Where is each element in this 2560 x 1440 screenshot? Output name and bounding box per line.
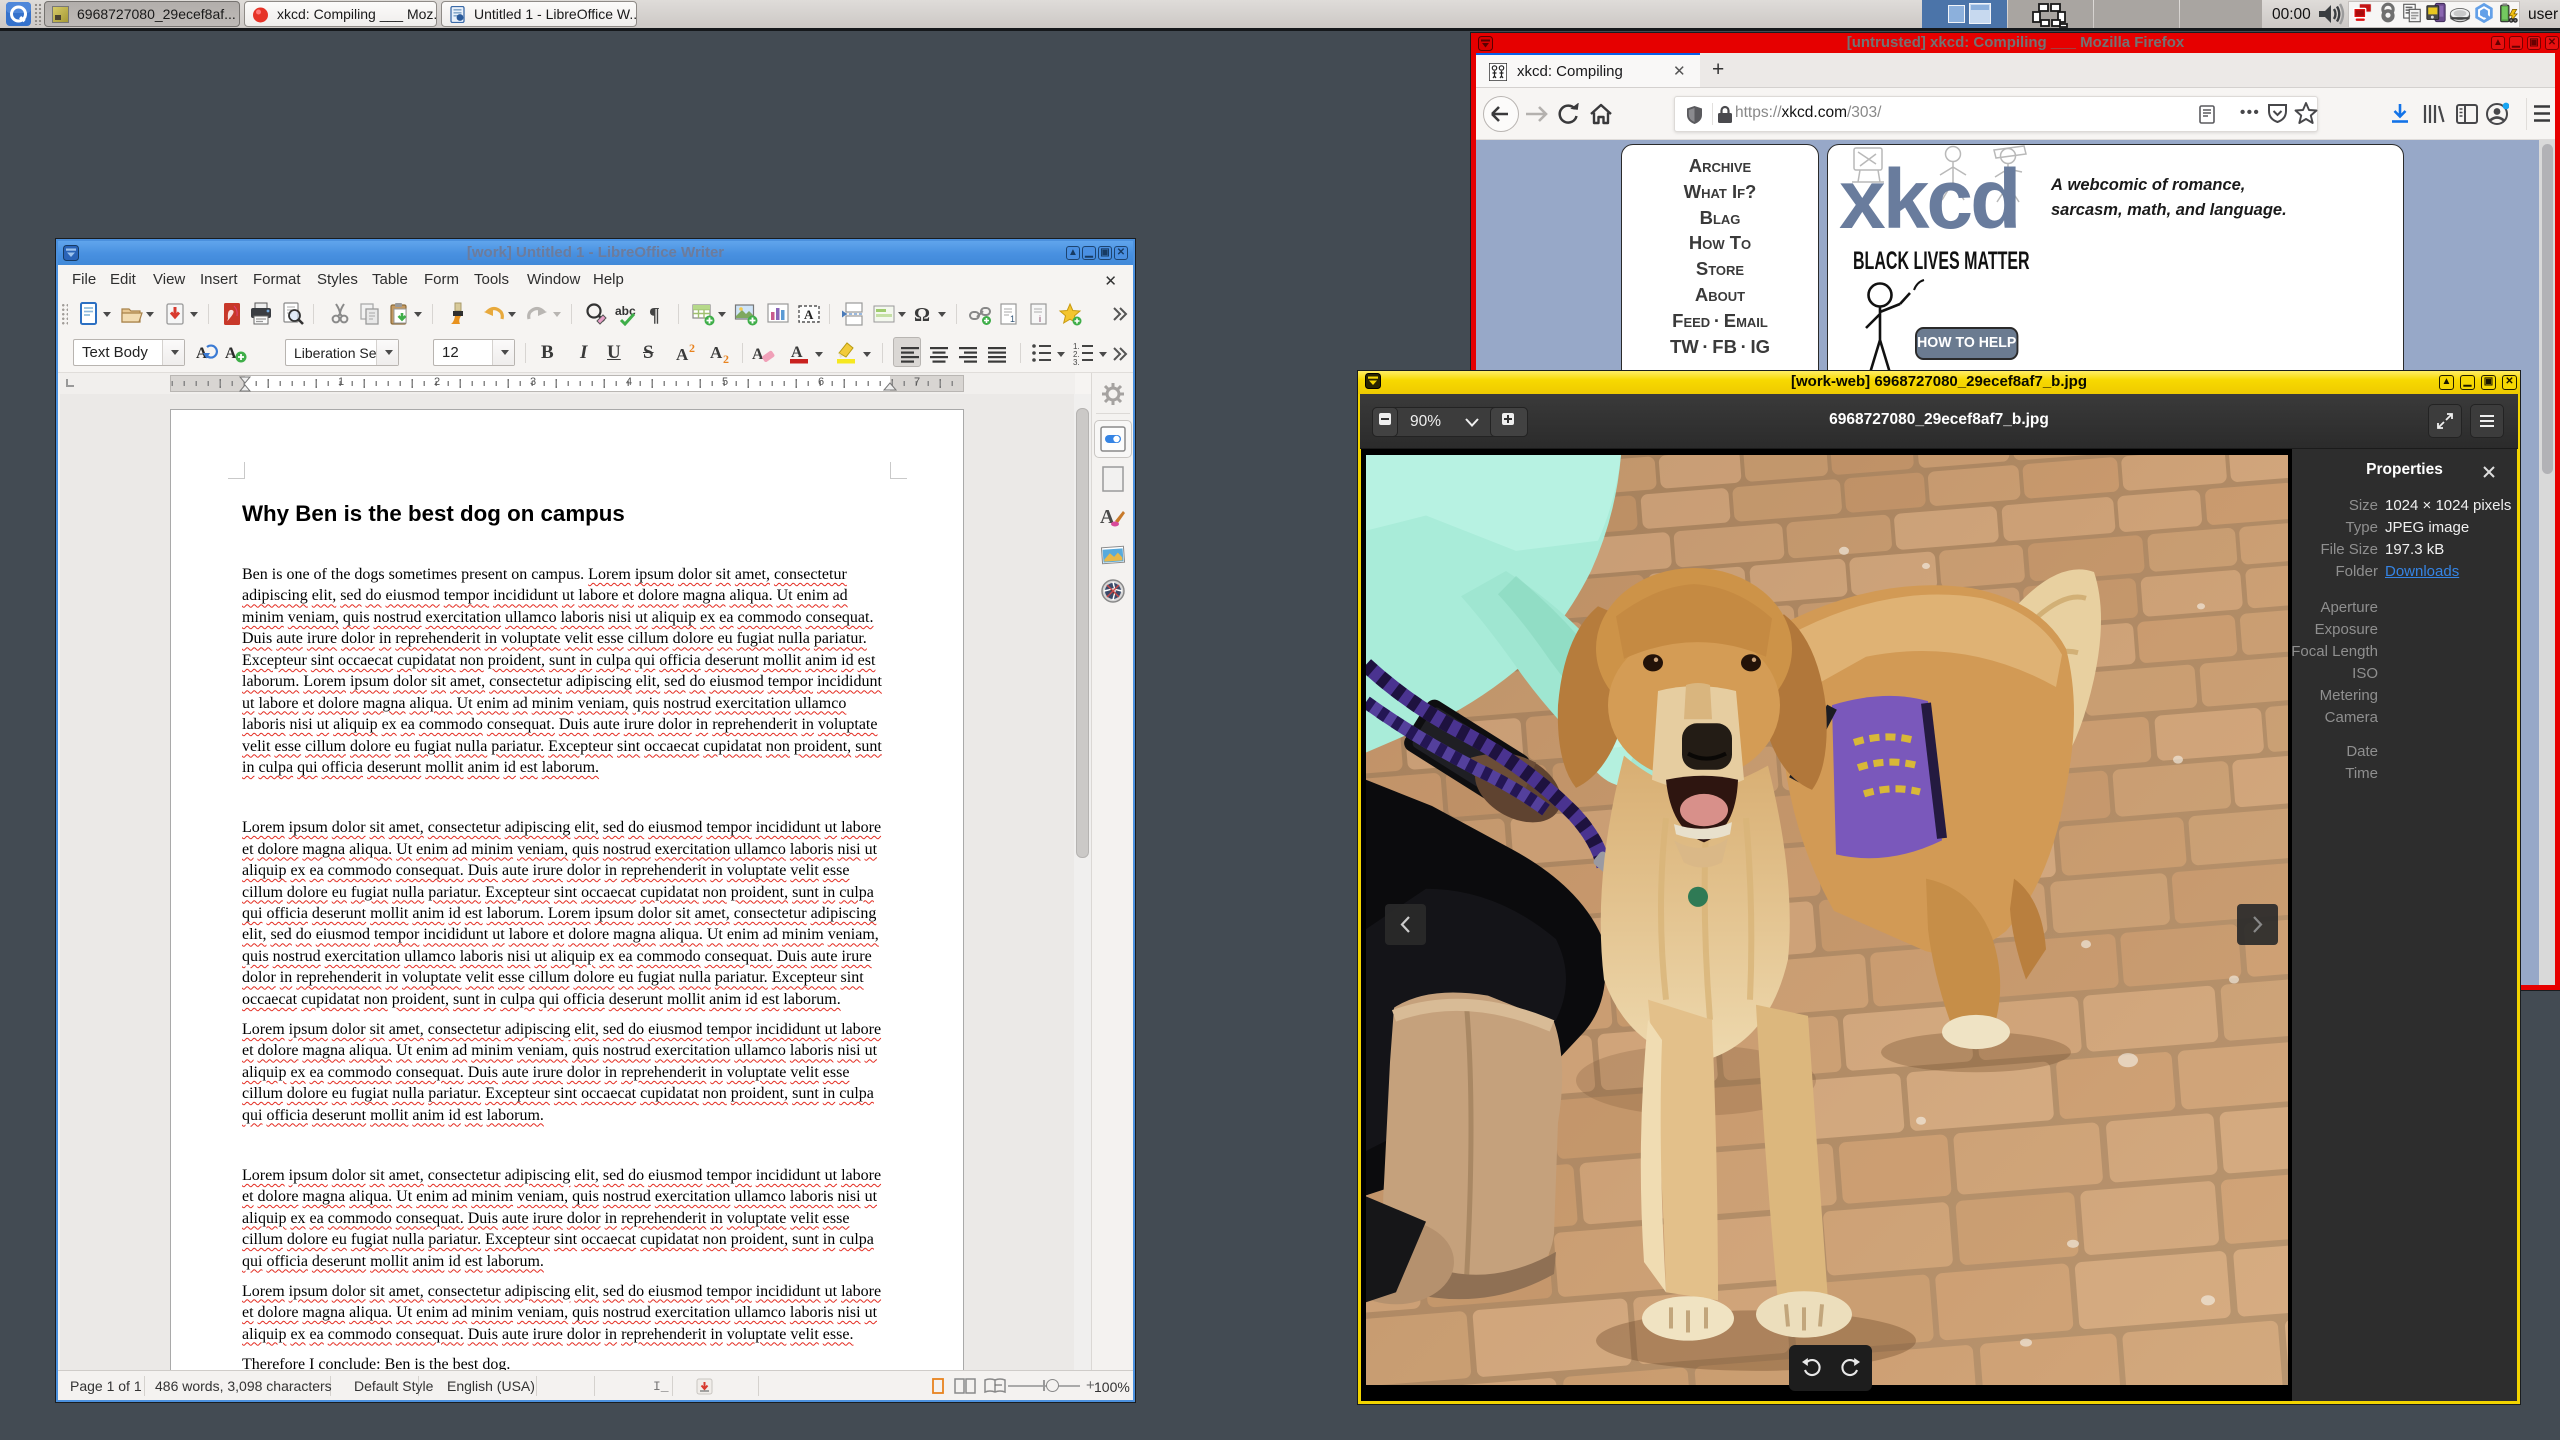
svg-text:2: 2 — [723, 352, 729, 365]
svg-text:¶: ¶ — [649, 304, 660, 326]
svg-text:Ω: Ω — [914, 304, 930, 326]
svg-text:A: A — [804, 307, 814, 322]
svg-text:3.: 3. — [1073, 358, 1080, 365]
svg-text:A: A — [676, 345, 689, 364]
svg-text:i: i — [1039, 314, 1041, 324]
svg-text:A: A — [791, 344, 803, 361]
svg-text:A: A — [225, 345, 237, 362]
svg-text:A: A — [710, 343, 723, 362]
svg-text:1: 1 — [1010, 314, 1015, 324]
svg-text:2: 2 — [689, 341, 695, 355]
svg-text:A: A — [752, 346, 764, 363]
